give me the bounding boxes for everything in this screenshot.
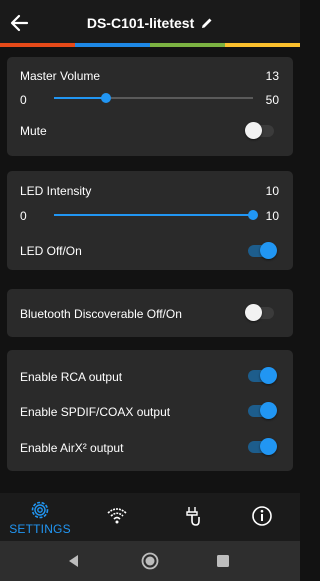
airx-output-toggle[interactable] (246, 437, 277, 457)
color-accent-strip (0, 43, 300, 47)
volume-card: Master Volume 13 0 50 Mute (7, 57, 293, 156)
edit-pencil-icon[interactable] (201, 16, 213, 28)
strip-segment-green (150, 43, 225, 47)
master-volume-value: 13 (265, 69, 279, 83)
mute-toggle[interactable] (245, 121, 276, 141)
spdif-output-label: Enable SPDIF/COAX output (20, 405, 171, 419)
device-title-area[interactable]: DS-C101-litetest (0, 15, 300, 31)
toggle-knob (260, 438, 277, 455)
led-toggle-label: LED Off/On (20, 244, 82, 258)
slider-fill (54, 214, 253, 216)
bluetooth-toggle[interactable] (245, 303, 276, 323)
led-min-label: 0 (20, 209, 27, 223)
nav-wifi[interactable] (82, 493, 152, 541)
slider-thumb[interactable] (100, 93, 111, 103)
toggle-knob (260, 367, 277, 384)
strip-segment-blue (75, 43, 150, 47)
system-home-icon[interactable] (141, 552, 159, 570)
nav-settings-label: SETTINGS (9, 522, 71, 536)
master-volume-slider[interactable] (54, 92, 253, 104)
toggle-knob (245, 304, 262, 321)
nav-usb[interactable] (157, 493, 227, 541)
system-navigation-bar (0, 541, 300, 581)
led-max-label: 10 (265, 209, 279, 223)
top-app-bar: DS-C101-litetest (0, 0, 300, 43)
toggle-knob (260, 402, 277, 419)
device-title: DS-C101-litetest (86, 15, 195, 31)
bluetooth-label: Bluetooth Discoverable Off/On (20, 307, 182, 321)
led-intensity-label: LED Intensity (20, 184, 92, 198)
volume-max-label: 50 (265, 93, 279, 107)
slider-fill (54, 97, 106, 99)
system-back-icon[interactable] (65, 552, 83, 570)
strip-segment-orange (0, 43, 75, 47)
wifi-icon (107, 508, 127, 524)
system-recents-icon[interactable] (214, 552, 232, 570)
gear-icon (31, 501, 49, 519)
led-intensity-slider[interactable] (54, 209, 258, 221)
bottom-navigation: SETTINGS (0, 493, 300, 541)
airx-output-label: Enable AirX² output (20, 441, 124, 455)
spdif-output-toggle[interactable] (246, 401, 277, 421)
rca-output-toggle[interactable] (246, 366, 277, 386)
toggle-knob (245, 122, 262, 139)
info-icon (252, 506, 272, 526)
strip-segment-yellow (225, 43, 300, 47)
app-screen: DS-C101-litetest Master Volume 13 0 50 M… (0, 0, 300, 581)
toggle-knob (260, 242, 277, 259)
led-toggle[interactable] (246, 241, 277, 261)
nav-settings[interactable]: SETTINGS (5, 493, 75, 541)
volume-min-label: 0 (20, 93, 27, 107)
bluetooth-card: Bluetooth Discoverable Off/On (7, 289, 293, 337)
nav-info[interactable] (227, 493, 297, 541)
mute-label: Mute (20, 124, 47, 138)
outputs-card: Enable RCA output Enable SPDIF/COAX outp… (7, 350, 293, 471)
master-volume-label: Master Volume (20, 69, 101, 83)
led-intensity-value: 10 (265, 184, 279, 198)
led-card: LED Intensity 10 0 10 LED Off/On (7, 171, 293, 270)
slider-thumb[interactable] (248, 210, 258, 220)
usb-cable-icon (186, 507, 200, 526)
rca-output-label: Enable RCA output (20, 370, 123, 384)
